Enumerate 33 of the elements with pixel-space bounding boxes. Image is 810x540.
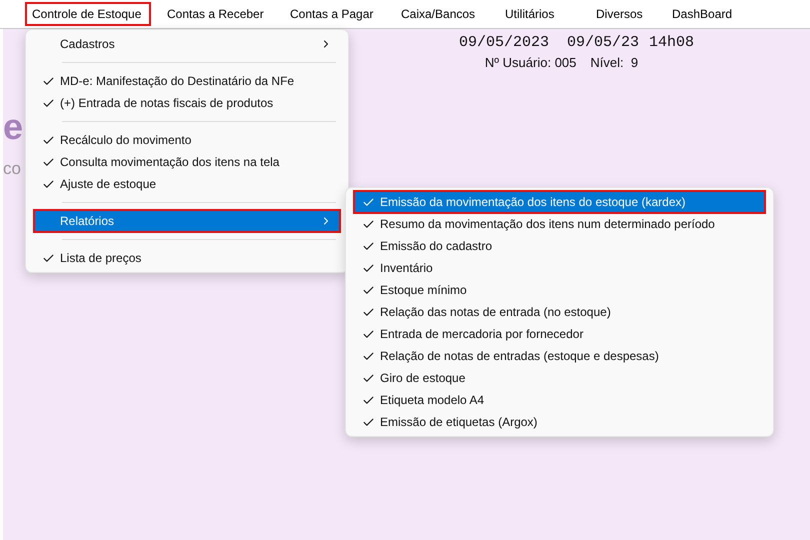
- menu-item[interactable]: Relação de notas de entradas (estoque e despesas): [354, 345, 765, 367]
- logo-text: co: [3, 159, 21, 179]
- menu-item[interactable]: Inventário: [354, 257, 765, 279]
- menu-item[interactable]: Recálculo do movimento: [34, 129, 340, 151]
- menu-bar-item[interactable]: Contas a Receber: [162, 4, 272, 24]
- menu-item[interactable]: Estoque mínimo: [354, 279, 765, 301]
- menu-bar-item[interactable]: Controle de Estoque: [27, 4, 149, 24]
- time-text: 14h08: [649, 34, 694, 50]
- menu-item[interactable]: Entrada de mercadoria por fornecedor: [354, 323, 765, 345]
- menu-bar-item[interactable]: Contas a Pagar: [285, 4, 383, 24]
- logo-letter: e: [3, 109, 24, 145]
- menu-item[interactable]: Relação das notas de entrada (no estoque): [354, 301, 765, 323]
- menu-item[interactable]: Emissão do cadastro: [354, 235, 765, 257]
- menu-item[interactable]: Consulta movimentação dos itens na tela: [34, 151, 340, 173]
- menu-item[interactable]: Giro de estoque: [354, 367, 765, 389]
- menu-bar-item[interactable]: DashBoard: [667, 4, 737, 24]
- menu-item[interactable]: Lista de preços: [34, 247, 340, 269]
- user-number-text: Nº Usuário: 005: [484, 54, 576, 70]
- menu-item[interactable]: Ajuste de estoque: [34, 173, 340, 195]
- menu-item[interactable]: Cadastros: [34, 33, 340, 55]
- menu-bar-item[interactable]: Diversos: [591, 4, 654, 24]
- date-text: 09/05/2023: [458, 34, 549, 50]
- menu-item[interactable]: Emissão da movimentação dos itens do estoque (kardex): [354, 191, 765, 213]
- user-level-text: Nível: 9: [590, 54, 638, 70]
- menu-item[interactable]: Relatórios: [34, 210, 340, 232]
- menu-item[interactable]: MD-e: Manifestação do Destinatário da NFe: [34, 70, 340, 92]
- menu-item[interactable]: Resumo da movimentação dos itens num determinado período: [354, 213, 765, 235]
- menu-item[interactable]: Emissão de etiquetas (Argox): [354, 411, 765, 433]
- date-text: 09/05/23: [566, 34, 639, 50]
- menu-item[interactable]: Etiqueta modelo A4: [354, 389, 765, 411]
- menu-bar-item[interactable]: Caixa/Bancos: [396, 4, 487, 24]
- menu-bar-item[interactable]: Utilitários: [500, 4, 578, 24]
- menu-item[interactable]: (+) Entrada de notas fiscais de produtos: [34, 92, 340, 114]
